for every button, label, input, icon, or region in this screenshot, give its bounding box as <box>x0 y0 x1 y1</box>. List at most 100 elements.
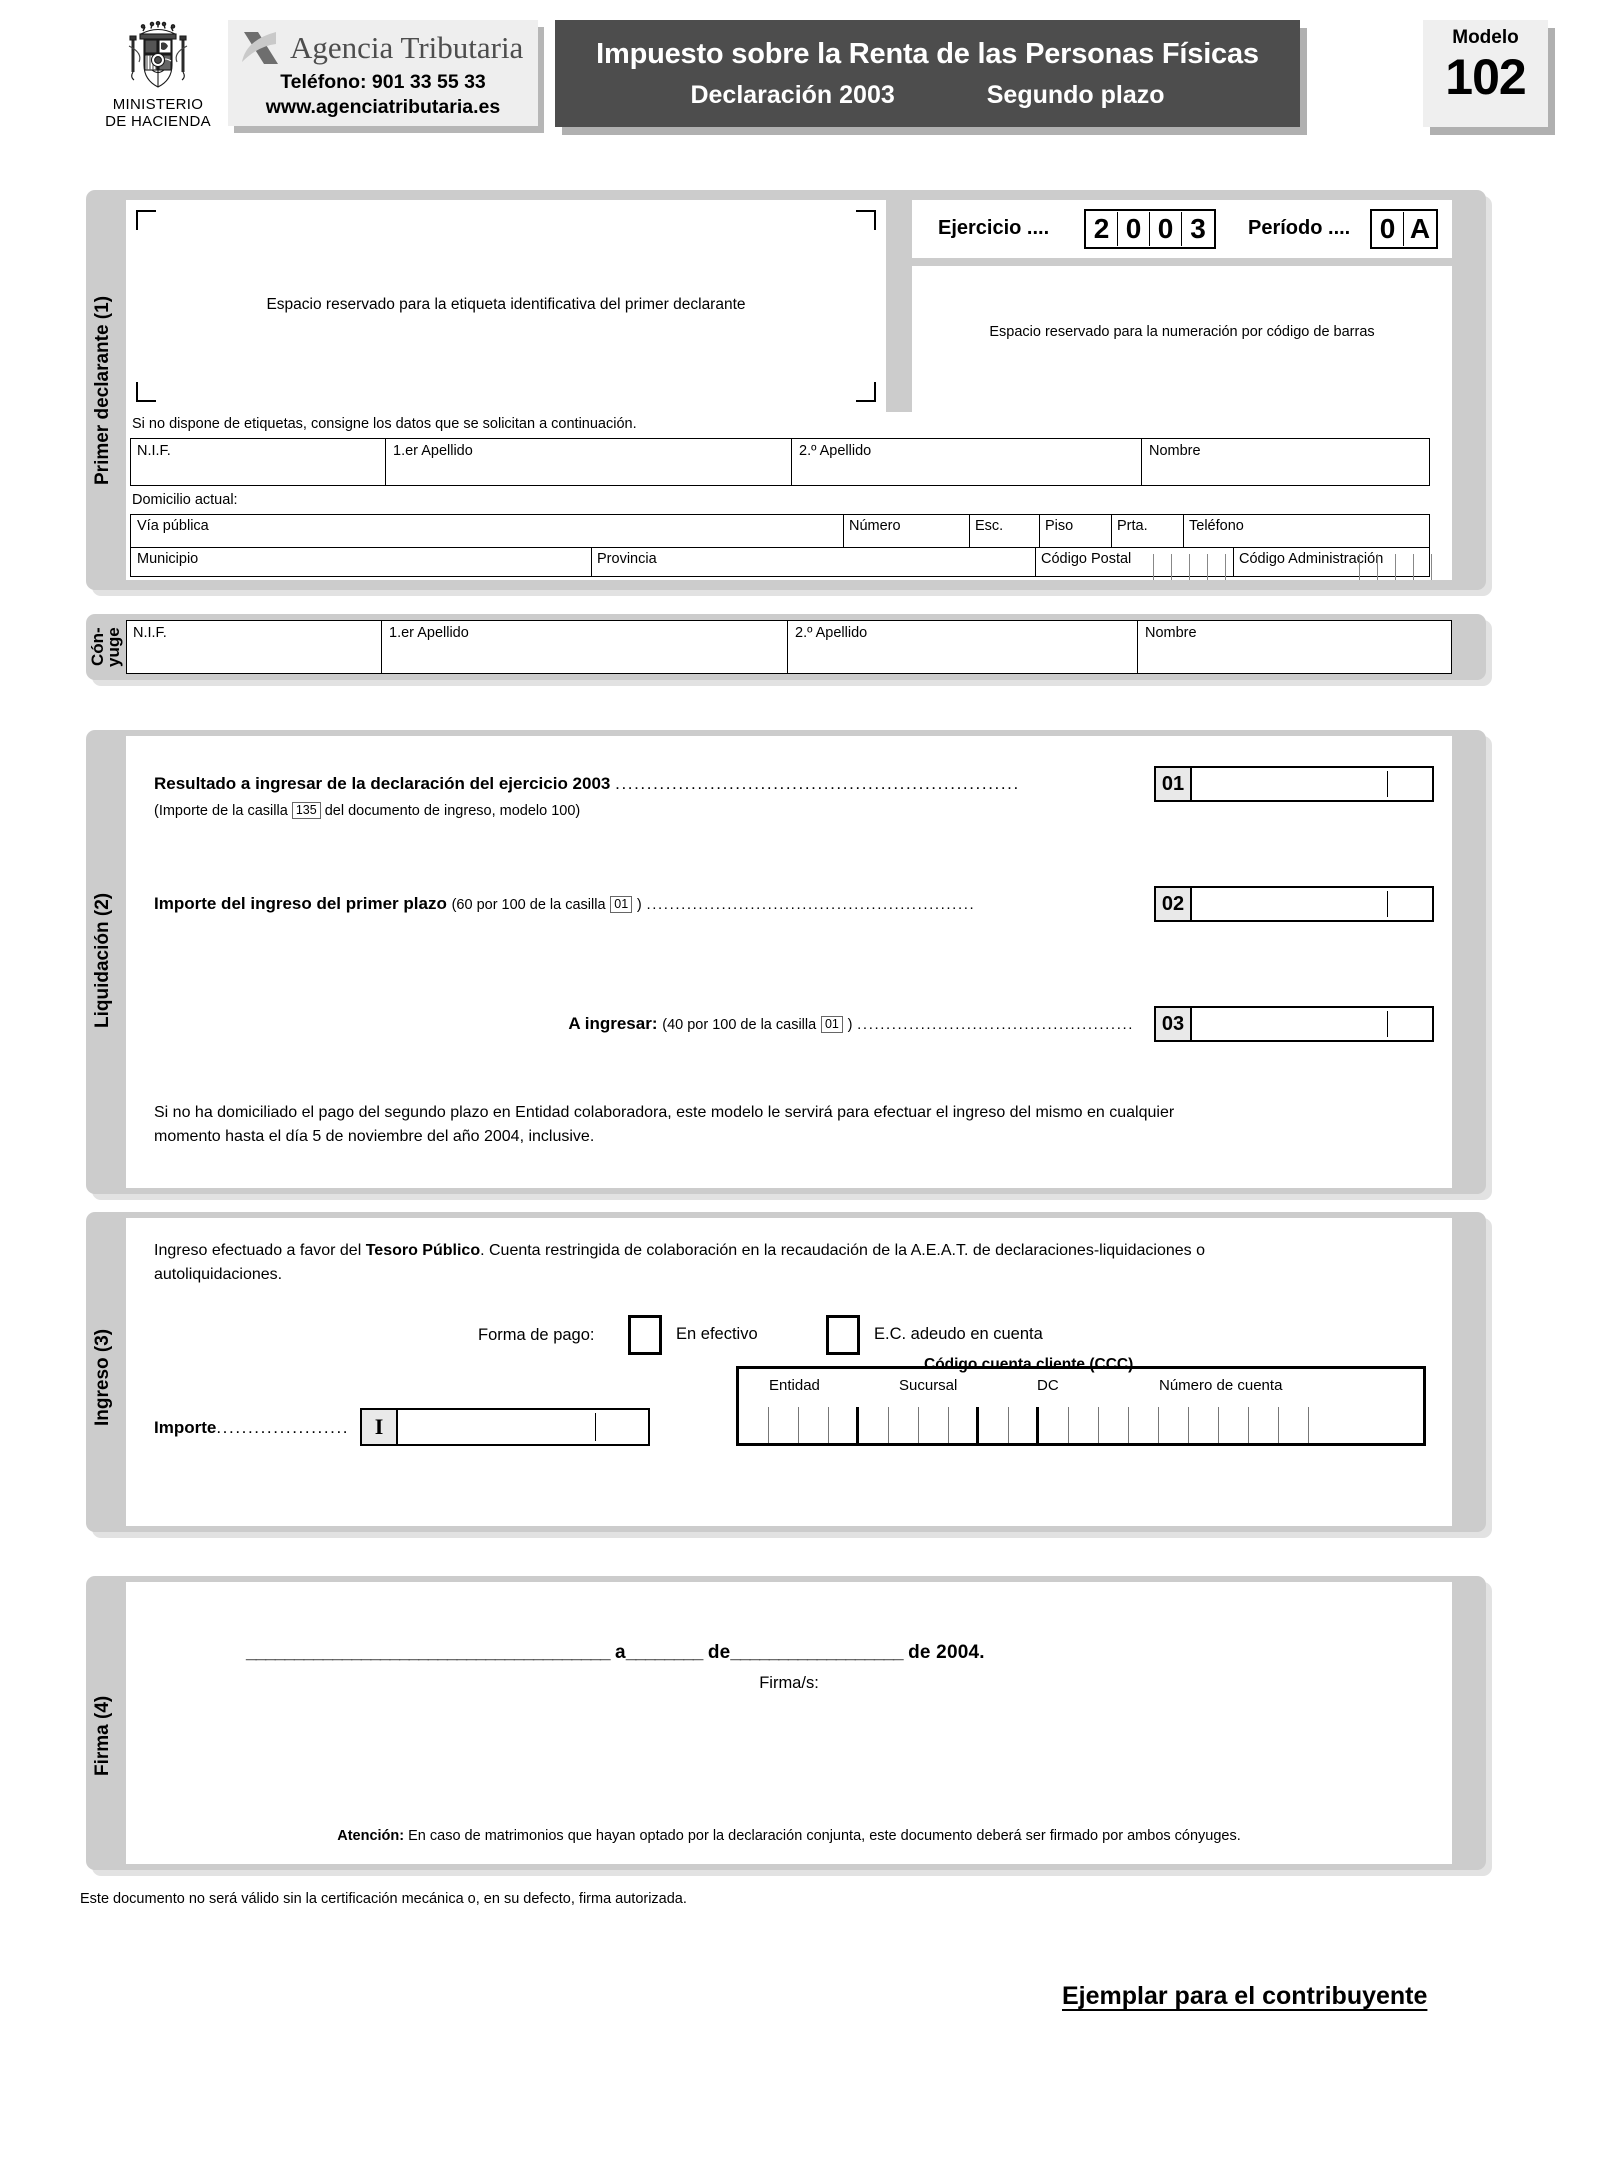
section3-side-label: Ingreso (3) <box>92 1328 113 1426</box>
copy-label: Ejemplar para el contribuyente <box>1062 1982 1428 2010</box>
ejercicio-value: 2 0 0 3 <box>1084 209 1216 249</box>
ccc-sucursal-label: Sucursal <box>899 1377 958 1394</box>
nombre-label: Nombre <box>1149 443 1201 459</box>
ccc-numero-label: Número de cuenta <box>1159 1377 1283 1394</box>
apellido2-label: 2.º Apellido <box>799 443 872 459</box>
agency-name: Agencia Tributaria <box>290 30 524 65</box>
conyuge-side-label: Cón-yuge <box>88 627 123 667</box>
via-publica-label: Vía pública <box>137 518 209 534</box>
ccc-grid[interactable]: Entidad Sucursal DC Número de cuenta <box>736 1366 1426 1446</box>
section3-content: Ingreso efectuado a favor del Tesoro Púb… <box>126 1218 1452 1526</box>
conyuge-nombre-label: Nombre <box>1145 625 1197 641</box>
option-en-efectivo-label: En efectivo <box>676 1325 758 1343</box>
address-row-1[interactable]: Vía pública Número Esc. Piso Prta. Teléf… <box>130 514 1430 548</box>
name-row[interactable]: N.I.F. 1.er Apellido 2.º Apellido Nombre <box>130 438 1430 486</box>
option-adeudo-cuenta-label: E.C. adeudo en cuenta <box>874 1325 1043 1343</box>
codigo-postal-label: Código Postal <box>1041 551 1132 567</box>
ccc-cells[interactable] <box>739 1407 1423 1443</box>
coat-of-arms-block: MINISTERIO DE HACIENDA <box>98 20 218 130</box>
checkbox-en-efectivo[interactable] <box>628 1315 662 1355</box>
ejercicio-periodo-area: Ejercicio .... 2 0 0 3 Período .... 0 A <box>912 200 1452 258</box>
section4-panel: Firma (4) ______________________________… <box>86 1576 1486 1870</box>
form-page: MINISTERIO DE HACIENDA Agencia Tributari… <box>0 0 1598 2165</box>
periodo-value: 0 A <box>1370 209 1438 249</box>
atencion-note: Atención: En caso de matrimonios que hay… <box>337 1828 1241 1844</box>
agency-website[interactable]: www.agenciatributaria.es <box>238 95 528 120</box>
section2-content: Resultado a ingresar de la declaración d… <box>126 736 1452 1188</box>
esc-label: Esc. <box>975 518 1004 534</box>
casilla-03-number: 03 <box>1156 1008 1192 1040</box>
tesoro-intro-line1: Ingreso efectuado a favor del Tesoro Púb… <box>154 1242 1205 1259</box>
row-03-label: A ingresar: (40 por 100 de la casilla 01… <box>568 1014 1134 1033</box>
barcode-space-area: Espacio reservado para la numeración por… <box>912 266 1452 412</box>
label-space-text: Espacio reservado para la etiqueta ident… <box>266 296 746 313</box>
municipio-label: Municipio <box>137 551 199 567</box>
casilla-135-ref: 135 <box>291 802 321 819</box>
conyuge-name-row[interactable]: N.I.F. 1.er Apellido 2.º Apellido Nombre <box>126 620 1452 674</box>
tesoro-intro-line2: autoliquidaciones. <box>154 1266 283 1283</box>
section2-notice-line1: Si no ha domiciliado el pago del segundo… <box>154 1104 1175 1121</box>
agencia-tributaria-block: Agencia Tributaria Teléfono: 901 33 55 3… <box>228 20 544 133</box>
conyuge-apellido2-label: 2.º Apellido <box>795 625 868 641</box>
validity-note: Este documento no será válido sin la cer… <box>80 1891 687 1907</box>
agency-phone: Teléfono: 901 33 55 33 <box>280 71 486 93</box>
domicilio-label: Domicilio actual: <box>132 492 238 508</box>
section2-notice-line2: momento hasta el día 5 de noviembre del … <box>154 1128 595 1145</box>
label-space-area: Espacio reservado para la etiqueta ident… <box>126 200 886 412</box>
checkbox-adeudo-cuenta[interactable] <box>826 1315 860 1355</box>
spain-coat-of-arms-icon <box>128 20 188 88</box>
provincia-label: Provincia <box>597 551 657 567</box>
codigo-postal-cells[interactable] <box>1153 554 1243 580</box>
periodo-label: Período .... <box>1248 217 1351 239</box>
barcode-space-text: Espacio reservado para la numeración por… <box>989 324 1375 340</box>
section4-content: ______________________________________ a… <box>126 1582 1452 1864</box>
row-02-label: Importe del ingreso del primer plazo (60… <box>154 894 976 913</box>
numero-label: Número <box>849 518 901 534</box>
signature-date-line[interactable]: ______________________________________ a… <box>246 1642 985 1664</box>
conyuge-apellido1-label: 1.er Apellido <box>389 625 469 641</box>
apellido1-label: 1.er Apellido <box>393 443 473 459</box>
piso-label: Piso <box>1045 518 1074 534</box>
conyuge-panel: Cón-yuge N.I.F. 1.er Apellido 2.º Apelli… <box>86 614 1486 680</box>
crop-mark-top-right-icon <box>856 210 876 230</box>
importe-label: Importe..................... <box>154 1418 350 1437</box>
prta-label: Prta. <box>1117 518 1148 534</box>
casilla-02-field[interactable]: 02 <box>1154 886 1434 922</box>
casilla-01-field[interactable]: 01 <box>1154 766 1434 802</box>
modelo-block: Modelo 102 <box>1423 20 1555 135</box>
ccc-entidad-label: Entidad <box>769 1377 820 1394</box>
row-01-sublabel: (Importe de la casilla 135 del documento… <box>154 802 581 819</box>
crop-mark-bottom-right-icon <box>856 382 876 402</box>
form-title-block: Impuesto sobre la Renta de las Personas … <box>555 20 1307 135</box>
signature-area[interactable] <box>246 1702 1346 1822</box>
telefono-label: Teléfono <box>1189 518 1244 534</box>
importe-symbol: I <box>362 1410 398 1444</box>
casilla-02-number: 02 <box>1156 888 1192 920</box>
row-01-label: Resultado a ingresar de la declaración d… <box>154 774 1020 793</box>
casilla-03-field[interactable]: 03 <box>1154 1006 1434 1042</box>
section1-panel: Primer declarante (1) Espacio reservado … <box>86 190 1486 590</box>
form-declaration-year: Declaración 2003 <box>690 80 895 109</box>
address-row-2[interactable]: Municipio Provincia Código Postal Código… <box>130 547 1432 580</box>
casilla-01-ref-row3: 01 <box>820 1016 843 1033</box>
form-title: Impuesto sobre la Renta de las Personas … <box>596 37 1259 70</box>
crop-mark-bottom-left-icon <box>136 382 156 402</box>
agencia-tributaria-logo-icon <box>242 32 278 64</box>
ejercicio-label: Ejercicio .... <box>938 217 1050 239</box>
forma-pago-label: Forma de pago: <box>478 1326 595 1344</box>
section4-side-label: Firma (4) <box>92 1695 113 1777</box>
modelo-number: 102 <box>1445 49 1526 105</box>
casilla-01-ref-row2: 01 <box>610 896 633 913</box>
crop-mark-top-left-icon <box>136 210 156 230</box>
section2-panel: Liquidación (2) Resultado a ingresar de … <box>86 730 1486 1194</box>
manual-data-area: Si no dispone de etiquetas, consigne los… <box>126 412 1452 580</box>
section1-side-label: Primer declarante (1) <box>92 295 113 485</box>
form-period-name: Segundo plazo <box>986 80 1165 109</box>
nif-label: N.I.F. <box>137 443 171 459</box>
modelo-label: Modelo <box>1452 27 1519 48</box>
firma-label: Firma/s: <box>759 1674 819 1692</box>
codigo-administracion-cells[interactable] <box>1359 554 1449 580</box>
importe-field[interactable]: I <box>360 1408 650 1446</box>
ccc-dc-label: DC <box>1037 1377 1059 1394</box>
no-label-note: Si no dispone de etiquetas, consigne los… <box>132 416 637 432</box>
